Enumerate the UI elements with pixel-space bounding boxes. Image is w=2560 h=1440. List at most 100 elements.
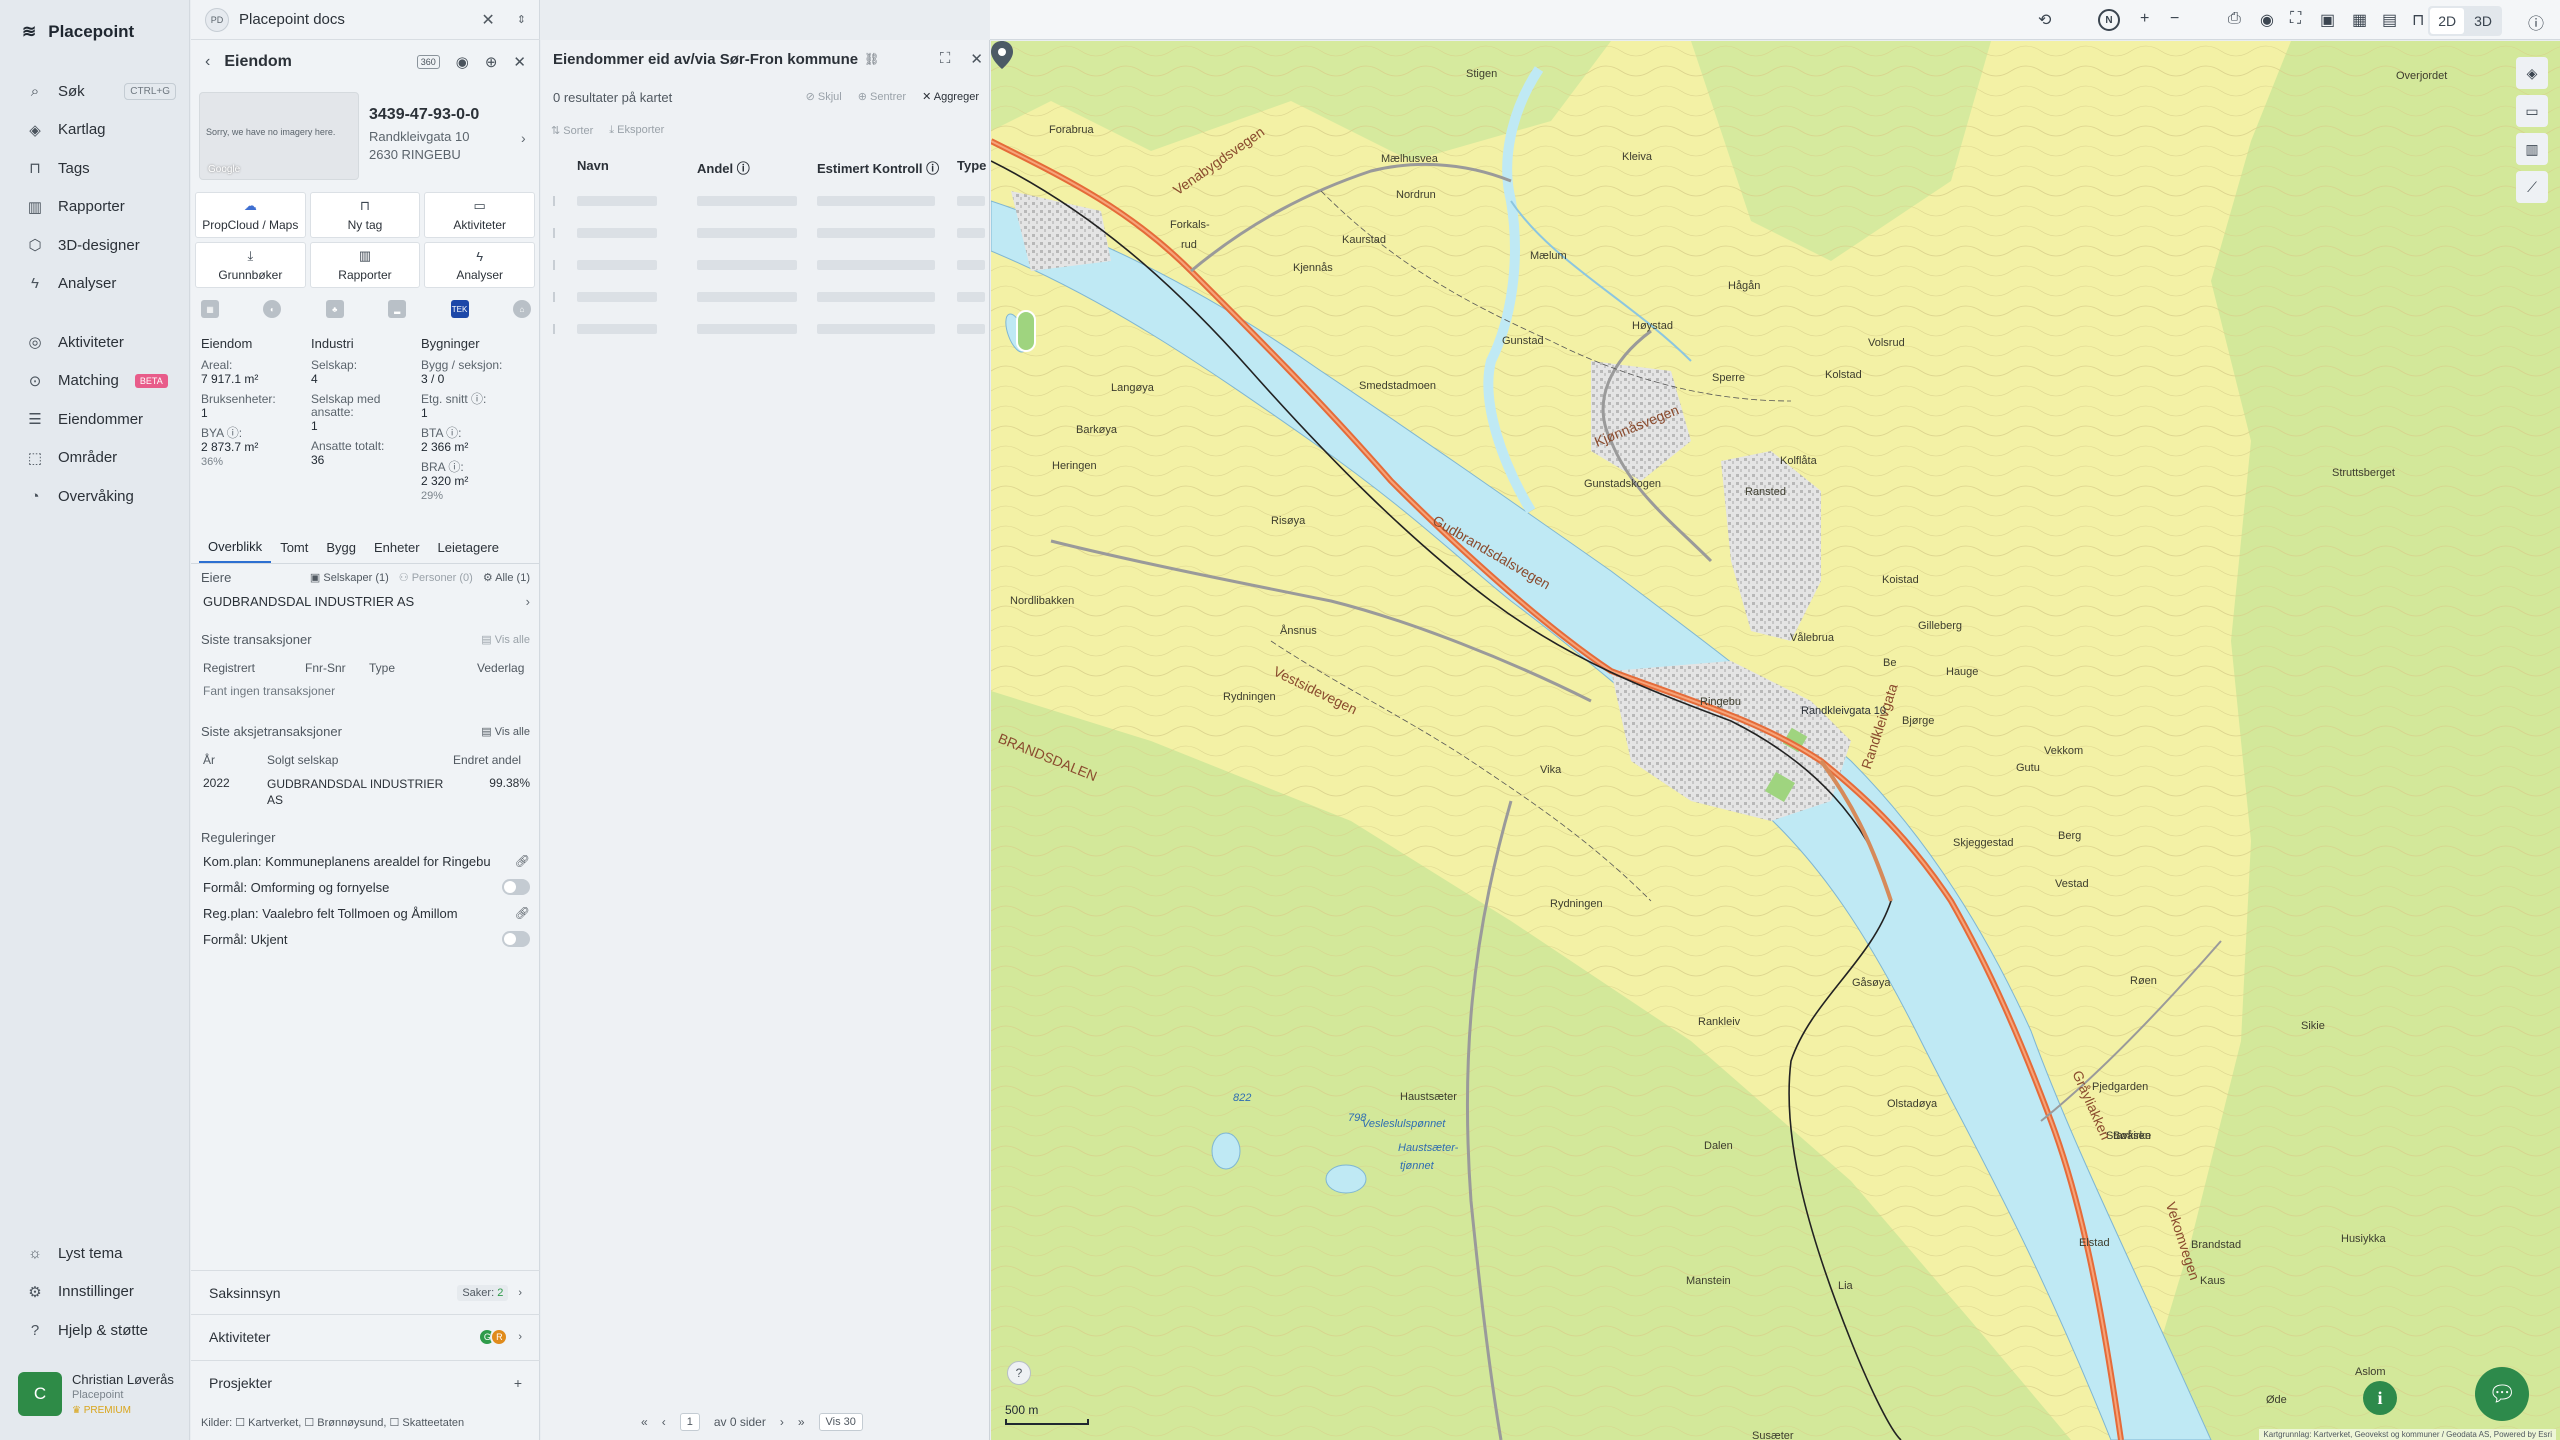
nav-item-analyser[interactable]: ϟ Analyser [0, 265, 190, 304]
nav-item-eiendommer[interactable]: ☰ Eiendommer [0, 400, 190, 439]
col-header-kontroll[interactable]: Estimert Kontroll ⓘ [817, 158, 939, 177]
show-all-link[interactable]: ▤ Vis alle [481, 725, 530, 738]
camera-icon[interactable]: ▣ [2320, 10, 2335, 30]
col-header-andel[interactable]: Andel ⓘ [697, 158, 750, 177]
nav-item-hjelp[interactable]: ? Hjelp & støtte [0, 1311, 190, 1350]
back-icon[interactable]: ‹ [205, 53, 210, 71]
info-button[interactable]: i [2363, 1381, 2397, 1415]
north-arrow-icon[interactable]: N [2098, 9, 2120, 31]
measure-tool-icon[interactable]: ▭ [2516, 95, 2548, 127]
nav-item-tags[interactable]: ⊓ Tags [0, 149, 190, 188]
prosjekter-row[interactable]: Prosjekter + [191, 1360, 540, 1404]
property-address[interactable]: 3439-47-93-0-0 Randkleivgata 10 2630 RIN… [369, 106, 479, 162]
tab-tomt[interactable]: Tomt [271, 532, 317, 563]
panorama-360-icon[interactable]: 360 [416, 55, 440, 69]
last-page-icon[interactable]: » [798, 1415, 805, 1429]
zoom-in-icon[interactable]: + [2140, 10, 2149, 28]
property-thumbnail[interactable]: Sorry, we have no imagery here. Google [199, 92, 359, 180]
reports-button[interactable]: ▥ Rapporter [309, 242, 421, 288]
sync-icon[interactable]: ⟲ [2038, 10, 2051, 30]
page-size-select[interactable]: Vis 30 [818, 1413, 863, 1431]
nav-item-3d-designer[interactable]: ⬡ 3D-designer [0, 226, 190, 265]
bookmark-icon[interactable]: ⊓ [2412, 10, 2424, 30]
home-source-icon[interactable]: ⌂ [512, 300, 531, 318]
mode-2d-button[interactable]: 2D [2430, 8, 2465, 34]
regulation-toggle[interactable] [502, 931, 530, 947]
expand-collapse-icon[interactable]: ⇕ [517, 13, 526, 26]
close-icon[interactable]: ✕ [481, 10, 494, 30]
nav-item-lyst-tema[interactable]: ☼ Lyst tema [0, 1234, 190, 1273]
grid-icon[interactable]: ▦ [2352, 10, 2367, 30]
close-icon[interactable]: ✕ [970, 50, 983, 68]
hide-button[interactable]: ⊘ Skjul [806, 90, 842, 103]
sort-button[interactable]: ⇅ Sorter [551, 124, 593, 137]
link-icon[interactable]: 🔗︎ [515, 854, 530, 868]
regulation-row[interactable]: Kom.plan: Kommuneplanens arealdel for Ri… [201, 848, 530, 874]
building-source-icon[interactable]: ▦ [201, 300, 219, 318]
eye-icon[interactable]: ◉ [2260, 10, 2274, 30]
tab-overblikk[interactable]: Overblikk [199, 532, 272, 563]
zoom-out-icon[interactable]: − [2170, 10, 2179, 28]
fullscreen-icon[interactable]: ⛶ [2290, 10, 2301, 28]
activities-button[interactable]: ▭ Aktiviteter [424, 192, 535, 238]
center-button[interactable]: ⊕ Sentrer [858, 90, 906, 103]
link-icon[interactable]: 🔗︎ [515, 906, 530, 920]
prev-page-icon[interactable]: ‹ [662, 1415, 666, 1429]
saksinnsyn-row[interactable]: Saksinnsyn Saker: 2 › [191, 1270, 540, 1314]
layout-icon[interactable]: ▤ [2382, 10, 2397, 30]
show-all-link[interactable]: ▤ Vis alle [481, 633, 530, 646]
owner-row[interactable]: GUDBRANDSDAL INDUSTRIER AS › [201, 588, 530, 614]
mode-3d-button[interactable]: 3D [2466, 8, 2500, 34]
grunnboker-button[interactable]: ⤓ Grunnbøker [195, 242, 306, 288]
factory-source-icon[interactable]: ♣ [325, 300, 344, 318]
col-header-type[interactable]: Type [957, 158, 986, 173]
next-page-icon[interactable]: › [780, 1415, 784, 1429]
eye-icon[interactable]: ◉ [456, 53, 469, 71]
map-view[interactable]: BakkomStigenOverjordetForabruaMælhusveaK… [991, 41, 2560, 1440]
first-page-icon[interactable]: « [641, 1415, 648, 1429]
nav-item-kartlag[interactable]: ◈ Kartlag [0, 111, 190, 150]
help-icon[interactable]: ? [1007, 1361, 1031, 1385]
nav-item-sok[interactable]: ⌕ Søk CTRL+G [0, 72, 190, 111]
new-tag-button[interactable]: ⊓ Ny tag [309, 192, 421, 238]
nav-item-matching[interactable]: ⊙ Matching BETA [0, 362, 190, 401]
filter-persons[interactable]: ⚇ Personer (0) [399, 571, 473, 584]
nav-item-innstillinger[interactable]: ⚙ Innstillinger [0, 1273, 190, 1312]
nav-item-rapporter[interactable]: ▥ Rapporter [0, 188, 190, 227]
profile-tool-icon[interactable]: ⟋ [2516, 171, 2548, 203]
tab-leietagere[interactable]: Leietagere [429, 532, 508, 563]
brand[interactable]: ≋ Placepoint [22, 22, 134, 42]
chat-button[interactable]: 💬︎ [2475, 1367, 2529, 1421]
close-icon[interactable]: ✕ [513, 53, 526, 71]
globe-source-icon[interactable]: ◐ [263, 300, 282, 318]
propcloud-button[interactable]: ☁ PropCloud / Maps [195, 192, 306, 238]
expand-icon[interactable]: ⛶ [940, 50, 951, 68]
filter-companies[interactable]: ▣ Selskaper (1) [310, 571, 389, 584]
page-input[interactable]: 1 [679, 1413, 700, 1431]
info-icon[interactable]: ⓘ [2528, 10, 2544, 34]
table-row[interactable]: 2022 GUDBRANDSDAL INDUSTRIER AS 99.38% [201, 772, 530, 812]
docs-title[interactable]: Placepoint docs [239, 11, 345, 28]
bars-source-icon[interactable]: ▂ [388, 300, 407, 318]
tab-bygg[interactable]: Bygg [317, 532, 365, 563]
col-header-navn[interactable]: Navn [577, 158, 609, 173]
aktiviteter-row[interactable]: Aktiviteter G R › [191, 1314, 540, 1358]
nav-item-overvaking[interactable]: ◔ Overvåking [0, 477, 190, 516]
add-icon[interactable]: + [514, 1375, 522, 1391]
tek-source-badge[interactable]: TEK [450, 300, 469, 318]
aggregate-button[interactable]: ✕ Aggreger [922, 90, 979, 103]
nav-item-aktiviteter[interactable]: ◎ Aktiviteter [0, 323, 190, 362]
regulation-toggle[interactable] [502, 879, 530, 895]
user-profile[interactable]: C Christian Løverås Placepoint ♛ PREMIUM [18, 1372, 174, 1416]
analyses-button[interactable]: ϟ Analyser [424, 242, 535, 288]
add-icon[interactable]: ⊕ [485, 53, 498, 71]
property-pin-icon[interactable] [991, 41, 1013, 69]
filter-all[interactable]: ⚙ Alle (1) [483, 571, 530, 584]
link-icon[interactable]: ⛓ [864, 52, 879, 66]
chevron-right-icon[interactable]: › [521, 130, 526, 146]
stats-tool-icon[interactable]: ▥ [2516, 133, 2548, 165]
print-icon[interactable]: ⎙ [2228, 10, 2241, 28]
layers-tool-icon[interactable]: ◈ [2516, 57, 2548, 89]
export-button[interactable]: ⤓ Eksporter [609, 124, 664, 137]
nav-item-omrader[interactable]: ⬚ Områder [0, 439, 190, 478]
